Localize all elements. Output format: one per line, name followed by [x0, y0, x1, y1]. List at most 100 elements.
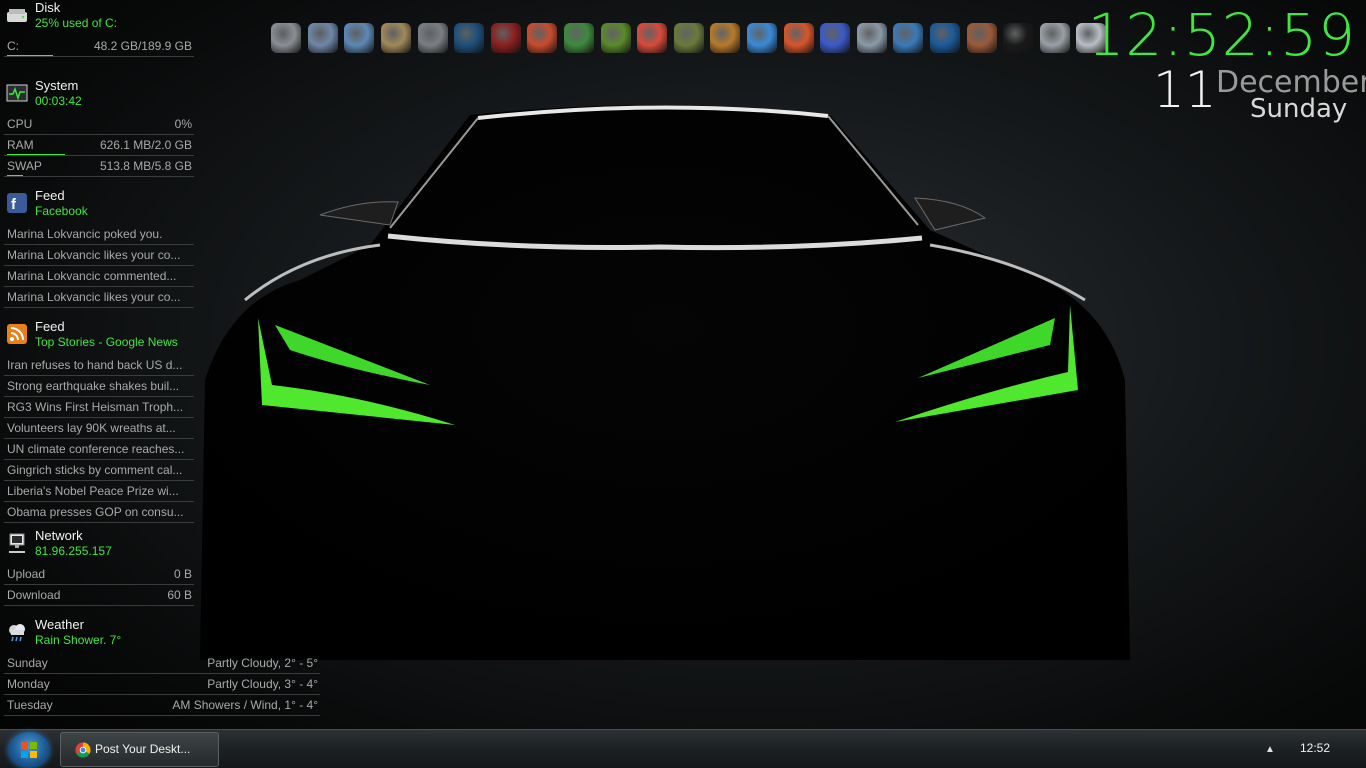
forecast-value: Partly Cloudy, 2° - 5°: [207, 656, 318, 670]
facebook-icon: f: [7, 193, 27, 213]
chrome-icon-glyph: [637, 23, 668, 53]
eye-icon[interactable]: [597, 18, 634, 58]
weather-current: Rain Shower. 7°: [35, 633, 122, 647]
clock-widget: 12:52:59: [1088, 2, 1357, 68]
palette-icon[interactable]: [963, 18, 1000, 58]
windows-logo-icon: [21, 742, 37, 758]
feed-item[interactable]: Volunteers lay 90K wreaths at...: [4, 418, 194, 439]
documents-icon-glyph: [344, 23, 375, 53]
library-icon-glyph: [417, 23, 448, 53]
paint-icon[interactable]: [780, 18, 817, 58]
feed-item[interactable]: RG3 Wins First Heisman Troph...: [4, 397, 194, 418]
weather-title: Weather: [35, 617, 84, 632]
ram-row: RAM 626.1 MB/2.0 GB: [4, 135, 194, 156]
weather-gadget: Weather Rain Shower. 7° Sunday Partly Cl…: [4, 617, 320, 716]
rain-cloud-icon: [9, 624, 25, 642]
gear-icon-glyph: [454, 23, 485, 53]
cube-icon[interactable]: [524, 18, 561, 58]
gear-icon[interactable]: [451, 18, 488, 58]
ram-label: RAM: [7, 138, 34, 152]
tools-icon[interactable]: [1036, 18, 1073, 58]
swap-label: SWAP: [7, 159, 42, 173]
number-two-icon-glyph: [564, 23, 595, 53]
number-two-icon[interactable]: [707, 18, 744, 58]
feed-item[interactable]: UN climate conference reaches...: [4, 439, 194, 460]
eye-icon[interactable]: [671, 18, 708, 58]
network-gadget: Network 81.96.255.157 Upload 0 B Downloa…: [4, 528, 194, 606]
feed-item[interactable]: Marina Lokvancic likes your co...: [4, 287, 194, 308]
number-two-icon-glyph: [710, 23, 741, 53]
disk-usage-summary: 25% used of C:: [35, 16, 118, 30]
registry-icon[interactable]: [817, 18, 854, 58]
windows-update-icon[interactable]: [890, 18, 927, 58]
music-icon[interactable]: [378, 18, 415, 58]
feed-item[interactable]: Gingrich sticks by comment cal...: [4, 460, 194, 481]
number-two-icon[interactable]: [561, 18, 598, 58]
palette-icon-glyph: [966, 23, 997, 53]
swap-usage-bar: [7, 175, 23, 176]
download-label: Download: [7, 588, 61, 602]
cpu-label: CPU: [7, 117, 33, 131]
download-row: Download 60 B: [4, 585, 194, 606]
system-uptime: 00:03:42: [35, 94, 82, 108]
forecast-value: AM Showers / Wind, 1° - 4°: [172, 698, 318, 712]
date-weekday: Sunday: [1250, 94, 1348, 124]
home-network-icon[interactable]: [927, 18, 964, 58]
tray-clock[interactable]: 12:52: [1300, 741, 1330, 755]
tools-icon-glyph: [1039, 23, 1070, 53]
disk-gadget: Disk 25% used of C: C: 48.2 GB/189.9 GB: [4, 0, 194, 57]
forecast-row: Tuesday AM Showers / Wind, 1° - 4°: [4, 695, 320, 716]
system-title: System: [35, 78, 79, 93]
cpu-row: CPU 0%: [4, 114, 194, 135]
activity-monitor-icon: [6, 84, 28, 102]
rss-icon: [7, 324, 27, 344]
feed-item[interactable]: Iran refuses to hand back US d...: [4, 355, 194, 376]
registry-icon-glyph: [820, 23, 851, 53]
feed-item[interactable]: Liberia's Nobel Peace Prize wi...: [4, 481, 194, 502]
facebook-feed-gadget: f Feed Facebook Marina Lokvancic poked y…: [4, 188, 194, 308]
facebook-feed-title: Feed: [35, 188, 65, 203]
2se-icon[interactable]: [488, 18, 525, 58]
upload-value: 0 B: [173, 567, 192, 581]
hard-drive-icon: [7, 9, 27, 22]
computer-icon[interactable]: [268, 18, 305, 58]
cube-icon-glyph: [527, 23, 558, 53]
feed-item[interactable]: Marina Lokvancic commented...: [4, 266, 194, 287]
ram-value: 626.1 MB/2.0 GB: [99, 138, 192, 152]
library-icon[interactable]: [414, 18, 451, 58]
disk-title: Disk: [35, 0, 61, 15]
forecast-day: Tuesday: [7, 698, 53, 712]
show-hidden-icons-button[interactable]: ▲: [1265, 744, 1277, 755]
network-icon: [9, 533, 25, 553]
messenger-icon[interactable]: [744, 18, 781, 58]
documents-icon[interactable]: [341, 18, 378, 58]
chrome-icon[interactable]: [634, 18, 671, 58]
network-drive-icon[interactable]: [305, 18, 342, 58]
disk-drive-label: C:: [7, 39, 19, 53]
feed-item[interactable]: Marina Lokvancic likes your co...: [4, 245, 194, 266]
news-feed-gadget: Feed Top Stories - Google News Iran refu…: [4, 319, 194, 523]
chart-icon[interactable]: [854, 18, 891, 58]
video-icon[interactable]: [1000, 18, 1037, 58]
taskbar-chrome-window[interactable]: Post Your Deskt...: [60, 732, 219, 767]
download-value: 60 B: [167, 588, 192, 602]
news-feed-source: Top Stories - Google News: [35, 335, 178, 349]
eye-icon-glyph: [673, 23, 704, 53]
swap-row: SWAP 513.8 MB/5.8 GB: [4, 156, 194, 177]
feed-item[interactable]: Strong earthquake shakes buil...: [4, 376, 194, 397]
feed-item[interactable]: Obama presses GOP on consu...: [4, 502, 194, 523]
start-button[interactable]: [8, 732, 50, 768]
network-drive-icon-glyph: [307, 23, 338, 53]
system-gadget: System 00:03:42 CPU 0% RAM 626.1 MB/2.0 …: [4, 78, 194, 177]
taskbar-window-label: Post Your Deskt...: [95, 742, 191, 756]
forecast-value: Partly Cloudy, 3° - 4°: [207, 677, 318, 691]
taskbar: Post Your Deskt... ▲ 12:52: [0, 729, 1366, 768]
video-icon-glyph: [1003, 23, 1034, 53]
upload-row: Upload 0 B: [4, 564, 194, 585]
facebook-feed-source: Facebook: [35, 204, 88, 218]
disk-drive-row[interactable]: C: 48.2 GB/189.9 GB: [4, 36, 194, 57]
chrome-icon: [75, 742, 91, 758]
feed-item[interactable]: Marina Lokvancic poked you.: [4, 224, 194, 245]
2se-icon-glyph: [490, 23, 521, 53]
forecast-day: Sunday: [7, 656, 48, 670]
